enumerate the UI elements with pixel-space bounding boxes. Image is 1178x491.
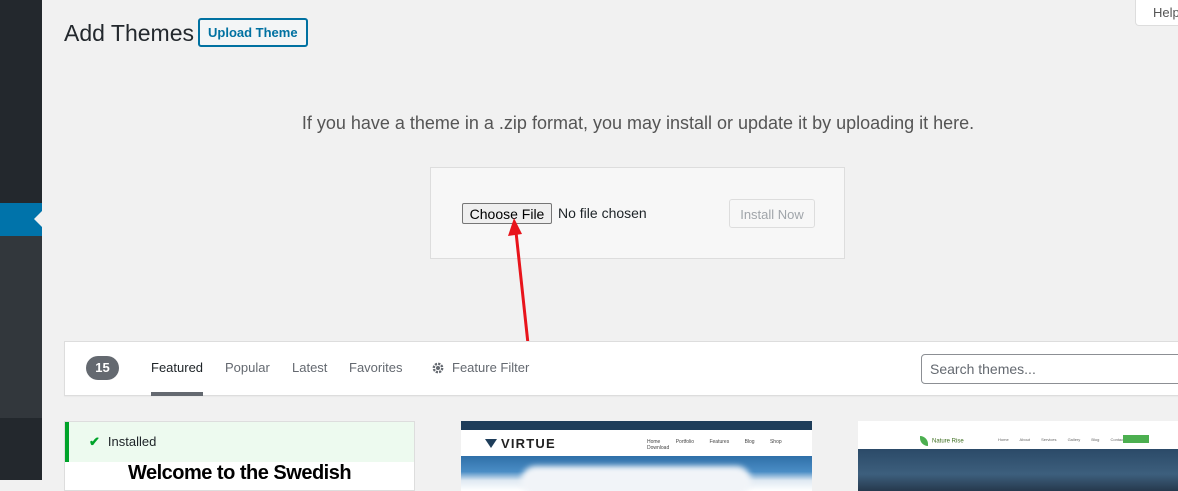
installed-label: Installed [107,434,157,449]
admin-sidebar-section [0,236,42,418]
theme-preview-nav: Nature Rise Home About Services Gallery … [858,431,1178,449]
tab-popular[interactable]: Popular [225,360,270,375]
theme-card[interactable]: Nature Rise Home About Services Gallery … [858,421,1178,491]
theme-preview-logo: VIRTUE [485,436,556,451]
theme-preview-topbar [461,421,812,430]
theme-card[interactable]: VIRTUE Home Portfolio Features Blog Shop… [461,421,812,491]
file-status-text: No file chosen [558,205,647,221]
theme-filter-bar: 15 Featured Popular Latest Favorites Fea… [64,341,1178,396]
tab-featured[interactable]: Featured [151,360,204,396]
admin-sidebar [0,0,42,480]
admin-sidebar-active-item[interactable] [0,203,42,236]
upload-description: If you have a theme in a .zip format, yo… [301,113,975,133]
installed-notice: ✔ Installed [65,422,414,462]
page-title: Add Themes [64,20,194,46]
install-now-button[interactable]: Install Now [729,199,815,228]
gear-icon [432,362,444,374]
feature-filter-label: Feature Filter [452,360,530,375]
tab-favorites[interactable]: Favorites [349,360,402,375]
theme-preview-nav: VIRTUE Home Portfolio Features Blog Shop… [461,430,812,456]
choose-file-button[interactable]: Choose File [462,203,552,224]
theme-preview-cta [1123,435,1149,443]
cloud-shape [521,466,751,491]
search-themes-input[interactable] [921,354,1178,384]
theme-preview-menu: Home About Services Gallery Blog Contact [998,437,1125,442]
feature-filter-button[interactable]: Feature Filter [431,360,529,375]
upload-form: Choose File No file chosen Install Now [430,167,845,259]
theme-preview-menu: Home Portfolio Features Blog Shop Downlo… [647,439,782,451]
help-tab-button[interactable]: Help [1135,0,1178,26]
theme-preview-image [461,456,812,491]
theme-preview-logo: Nature Rise [920,436,964,446]
theme-count-badge: 15 [86,356,119,380]
theme-card[interactable]: ✔ Installed Welcome to the Swedish [64,421,415,491]
check-icon: ✔ [89,434,100,449]
theme-preview-image [858,449,1178,491]
upload-theme-button[interactable]: Upload Theme [198,18,308,47]
tab-latest[interactable]: Latest [292,360,327,375]
theme-preview-heading: Welcome to the Swedish [127,462,352,484]
